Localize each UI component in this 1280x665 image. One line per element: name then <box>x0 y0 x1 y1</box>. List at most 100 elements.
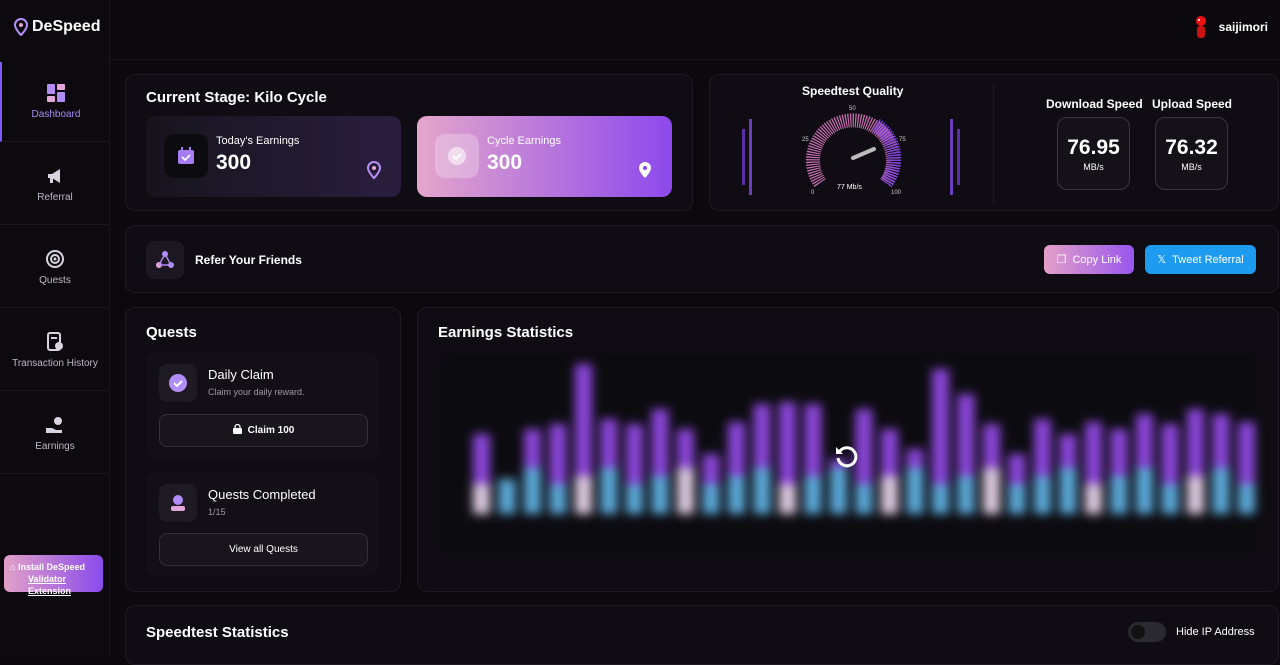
avatar <box>1195 16 1206 38</box>
view-all-quests-button[interactable]: View all Quests <box>159 533 368 566</box>
cycle-earnings-value: 300 <box>487 151 523 174</box>
sidebar-label-transaction-history: Transaction History <box>12 358 98 369</box>
sidebar-item-quests[interactable]: Quests <box>0 228 110 308</box>
earnings-bar-segment <box>1085 484 1102 514</box>
earnings-bar-segment <box>932 484 949 514</box>
quests-completed-count: 1/15 <box>208 507 226 517</box>
sidebar-item-transaction-history[interactable]: Transaction History <box>0 311 110 391</box>
daily-claim-subtitle: Claim your daily reward. <box>208 387 305 397</box>
brand-logo[interactable]: DeSpeed <box>14 18 100 36</box>
quests-completed-item: Quests Completed 1/15 View all Quests <box>147 473 379 575</box>
sidebar-item-earnings[interactable]: Earnings <box>0 394 110 474</box>
view-all-quests-label: View all Quests <box>229 544 298 555</box>
earnings-bar-segment <box>473 484 490 514</box>
earnings-bar-segment <box>677 468 694 514</box>
stage-title: Current Stage: Kilo Cycle <box>146 89 327 106</box>
share-network-icon <box>146 241 184 279</box>
sidebar: DeSpeed Dashboard Referral Quests Transa… <box>0 0 110 657</box>
x-logo-icon: 𝕏 <box>1157 254 1167 266</box>
earnings-bar-segment <box>779 484 796 514</box>
tweet-referral-label: Tweet Referral <box>1172 253 1244 266</box>
earnings-bar-segment <box>1212 468 1230 514</box>
earnings-bar-segment <box>1187 476 1204 514</box>
install-extension-button[interactable]: ⌂ Install DeSpeed Validator Extension <box>4 555 103 596</box>
earnings-bar-segment <box>1008 484 1026 514</box>
earnings-statistics-title: Earnings Statistics <box>438 324 574 341</box>
location-pin-icon <box>367 161 381 180</box>
quests-completed-title: Quests Completed <box>208 487 316 502</box>
earnings-bar-segment <box>804 476 822 514</box>
speedtest-statistics-title: Speedtest Statistics <box>146 624 289 641</box>
earnings-bar-segment <box>906 468 924 514</box>
divider <box>993 85 994 203</box>
daily-claim-quest: Daily Claim Claim your daily reward. Cla… <box>147 353 379 459</box>
earnings-bar-segment <box>855 484 873 514</box>
upload-speed-value: 76.32 <box>1165 136 1218 159</box>
gauge-tick-50: 50 <box>849 106 856 112</box>
sidebar-label-dashboard: Dashboard <box>31 109 81 120</box>
top-bar: saijimori <box>110 0 1280 60</box>
upload-speed-box: 76.32 MB/s <box>1155 117 1228 190</box>
speedtest-quality-title: Speedtest Quality <box>802 84 904 98</box>
trophy-icon <box>159 484 197 522</box>
install-line2: Validator Extension <box>28 574 72 596</box>
sidebar-label-referral: Referral <box>37 192 73 203</box>
earnings-bar-segment <box>1136 468 1153 514</box>
speedtest-statistics-card: Speedtest Statistics Hide IP Address <box>125 605 1279 665</box>
earnings-bar-segment <box>1034 476 1051 514</box>
todays-earnings-value: 300 <box>216 151 252 174</box>
earnings-statistics-card: Earnings Statistics <box>417 307 1280 592</box>
check-badge-icon <box>159 364 197 402</box>
location-pin-icon <box>639 162 651 178</box>
calendar-icon <box>164 134 208 178</box>
download-speed-unit: MB/s <box>1083 162 1104 172</box>
tweet-referral-button[interactable]: 𝕏 Tweet Referral <box>1145 245 1256 274</box>
earnings-bar-segment <box>957 476 975 514</box>
earnings-bar-segment <box>881 476 898 514</box>
signal-bars-right <box>950 119 960 195</box>
dashboard-icon <box>47 84 65 102</box>
refresh-icon[interactable] <box>832 442 860 470</box>
todays-earnings-label: Today's Earnings <box>216 135 300 147</box>
copy-link-label: Copy Link <box>1072 253 1122 266</box>
earnings-bar-segment <box>702 484 720 514</box>
target-icon <box>46 250 64 268</box>
daily-claim-title: Daily Claim <box>208 367 274 382</box>
hide-ip-toggle[interactable] <box>1128 622 1166 642</box>
earnings-bar-segment <box>626 484 643 514</box>
claim-button[interactable]: Claim 100 <box>159 414 368 447</box>
refer-friends-card: Refer Your Friends ❐ Copy Link 𝕏 Tweet R… <box>125 225 1279 293</box>
refer-title: Refer Your Friends <box>195 253 302 267</box>
brand-name: DeSpeed <box>32 18 101 35</box>
gauge-tick-75: 75 <box>899 137 906 143</box>
location-pin-logo-icon <box>14 18 28 36</box>
earnings-bar-segment <box>1110 476 1128 514</box>
sidebar-item-dashboard[interactable]: Dashboard <box>0 62 110 142</box>
quests-title: Quests <box>146 324 197 341</box>
speedtest-card: Speedtest Quality 0 25 50 75 100 77 Mb/s… <box>709 74 1279 211</box>
earnings-bar-segment <box>753 468 771 514</box>
upload-speed-label: Upload Speed <box>1152 97 1233 111</box>
hide-ip-label: Hide IP Address <box>1176 626 1255 638</box>
earnings-bar-segment <box>524 468 541 514</box>
gauge-tick-0: 0 <box>811 190 815 196</box>
lock-icon <box>232 423 242 437</box>
copy-link-button[interactable]: ❐ Copy Link <box>1044 245 1134 274</box>
download-speed-label: Download Speed <box>1046 97 1143 111</box>
user-menu[interactable]: saijimori <box>1193 14 1268 40</box>
install-line1: Install DeSpeed <box>17 562 85 572</box>
speed-gauge: 0 25 50 75 100 77 Mb/s <box>802 106 906 196</box>
earnings-bar-segment <box>575 476 592 514</box>
sidebar-label-earnings: Earnings <box>35 441 75 452</box>
earnings-bar-segment <box>728 476 745 514</box>
cycle-earnings-box: Cycle Earnings 300 <box>417 116 672 197</box>
download-speed-value: 76.95 <box>1067 136 1120 159</box>
sidebar-item-referral[interactable]: Referral <box>0 145 110 225</box>
earnings-bar-segment <box>830 468 847 514</box>
earnings-bar-segment <box>983 468 1000 514</box>
earnings-bar-segment <box>600 468 618 514</box>
download-speed-box: 76.95 MB/s <box>1057 117 1130 190</box>
earnings-bar-segment <box>1059 468 1077 514</box>
gauge-tick-100: 100 <box>891 190 902 196</box>
user-name: saijimori <box>1218 20 1268 34</box>
